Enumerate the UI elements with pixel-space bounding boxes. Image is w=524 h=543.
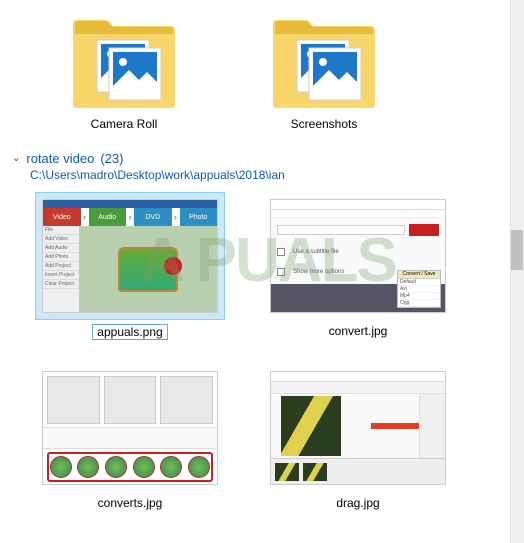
arrow-icon (371, 423, 421, 429)
group-name: rotate video (26, 151, 94, 166)
thumbnail-grid: Video› Audio› DVD› Photo FileAdd Video A… (20, 192, 506, 510)
chevron-down-icon: ⌄ (12, 153, 20, 164)
group-path: C:\Users\madro\Desktop\work\appuals\2018… (30, 168, 506, 182)
thumbnail-frame (35, 364, 225, 492)
file-label: appuals.png (92, 324, 167, 340)
file-appuals-png[interactable]: Video› Audio› DVD› Photo FileAdd Video A… (30, 192, 230, 340)
thumbnail-preview: Use a subtitle file Show more options Co… (270, 199, 446, 313)
thumbnail-preview (270, 371, 446, 485)
file-converts-jpg[interactable]: converts.jpg (30, 364, 230, 510)
thumbnail-frame (263, 364, 453, 492)
group-count: (23) (100, 151, 123, 166)
file-drag-jpg[interactable]: drag.jpg (258, 364, 458, 510)
folder-icon (69, 16, 179, 111)
thumbnail-preview: Video› Audio› DVD› Photo FileAdd Video A… (42, 199, 218, 313)
thumbnail-frame: Video› Audio› DVD› Photo FileAdd Video A… (35, 192, 225, 320)
folder-row: Camera Roll Screenshots (20, 8, 506, 145)
folder-camera-roll[interactable]: Camera Roll (44, 16, 204, 131)
file-explorer-content: Camera Roll Screenshots ⌄ (0, 0, 510, 543)
folder-label: Camera Roll (91, 117, 158, 131)
file-convert-jpg[interactable]: Use a subtitle file Show more options Co… (258, 192, 458, 340)
file-label: drag.jpg (336, 496, 379, 510)
folder-icon (269, 16, 379, 111)
folder-label: Screenshots (291, 117, 358, 131)
group-header[interactable]: ⌄ rotate video (23) (12, 151, 506, 166)
thumbnail-frame: Use a subtitle file Show more options Co… (263, 192, 453, 320)
scrollbar-thumb[interactable] (511, 230, 523, 270)
file-label: convert.jpg (329, 324, 388, 338)
vertical-scrollbar[interactable] (510, 0, 524, 543)
thumbnail-preview (42, 371, 218, 485)
file-label: converts.jpg (98, 496, 163, 510)
folder-screenshots[interactable]: Screenshots (244, 16, 404, 131)
